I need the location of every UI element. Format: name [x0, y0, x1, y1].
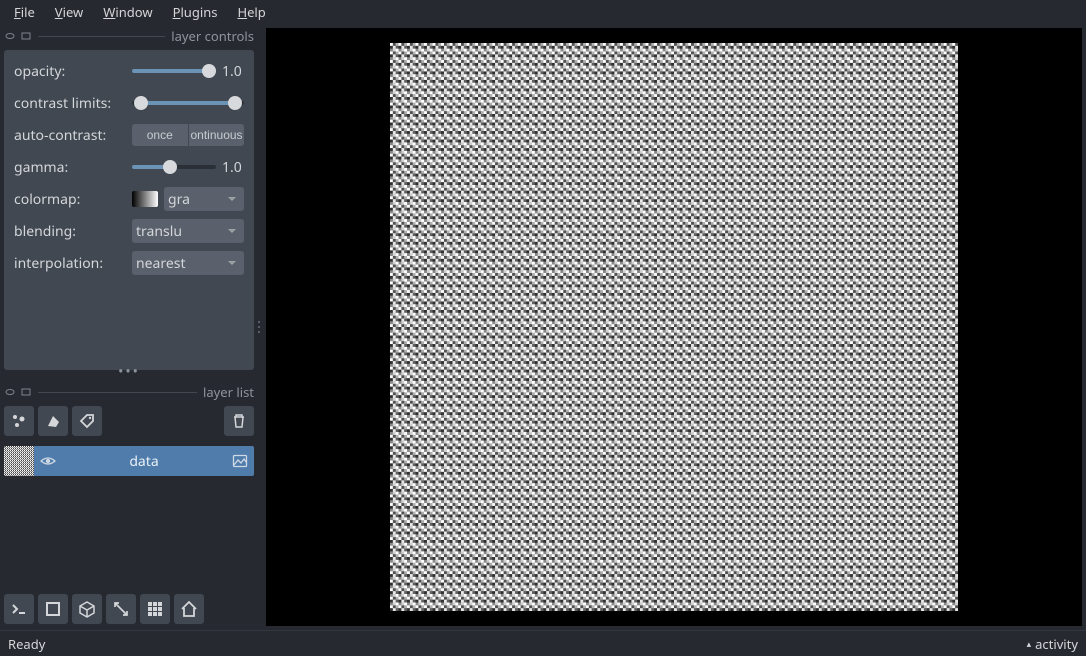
- chevron-down-icon: [226, 257, 240, 269]
- layer-list-toolbar: [4, 406, 254, 436]
- opacity-slider[interactable]: [132, 63, 216, 79]
- opacity-row: opacity: 1.0: [14, 60, 244, 82]
- interpolation-dropdown[interactable]: nearest: [132, 251, 244, 275]
- grid-mode-button[interactable]: [140, 594, 170, 624]
- gamma-slider[interactable]: [132, 159, 216, 175]
- image-layer-icon: [232, 453, 248, 469]
- panel-header-icons: [4, 31, 32, 41]
- blending-dropdown[interactable]: translu: [132, 219, 244, 243]
- menu-view[interactable]: View: [45, 0, 93, 24]
- activity-button[interactable]: ▴ activity: [1027, 635, 1078, 653]
- auto-contrast-continuous-button[interactable]: ontinuous: [189, 124, 245, 146]
- main-area: layer controls opacity: 1.0 contrast lim…: [0, 24, 1086, 630]
- float-panel-icon[interactable]: [4, 31, 16, 41]
- close-panel-icon[interactable]: [20, 31, 32, 41]
- chevron-down-icon: [226, 193, 240, 205]
- viewer-toolbar: [4, 592, 254, 626]
- ndisplay-2d-button[interactable]: [38, 594, 68, 624]
- visibility-eye-icon[interactable]: [40, 453, 56, 469]
- menu-plugins[interactable]: Plugins: [163, 0, 228, 24]
- gamma-label: gamma:: [14, 158, 126, 177]
- statusbar: Ready ▴ activity: [0, 630, 1086, 656]
- gamma-row: gamma: 1.0: [14, 156, 244, 178]
- auto-contrast-label: auto-contrast:: [14, 126, 126, 145]
- new-shapes-layer-button[interactable]: [38, 406, 68, 436]
- auto-contrast-toggle: once ontinuous: [132, 124, 244, 146]
- console-button[interactable]: [4, 594, 34, 624]
- layer-controls-title: layer controls: [171, 27, 254, 45]
- contrast-limits-slider[interactable]: [132, 95, 244, 111]
- colormap-row: colormap: gra: [14, 188, 244, 210]
- layer-name: data: [62, 452, 226, 471]
- contrast-limits-label: contrast limits:: [14, 94, 126, 113]
- float-panel-icon[interactable]: [4, 387, 16, 397]
- close-panel-icon[interactable]: [20, 387, 32, 397]
- opacity-label: opacity:: [14, 62, 126, 81]
- layer-body: data: [34, 446, 254, 476]
- transpose-dims-button[interactable]: [106, 594, 136, 624]
- layer-thumbnail: [4, 446, 34, 476]
- layer-item[interactable]: data: [4, 446, 254, 476]
- layer-list-header: layer list: [4, 382, 254, 402]
- chevron-down-icon: [226, 225, 240, 237]
- layer-controls-panel: opacity: 1.0 contrast limits:: [4, 50, 254, 370]
- new-labels-layer-button[interactable]: [72, 406, 102, 436]
- interpolation-value: nearest: [136, 254, 222, 273]
- interpolation-row: interpolation: nearest: [14, 252, 244, 274]
- reset-view-home-button[interactable]: [174, 594, 204, 624]
- colormap-value: gra: [168, 190, 222, 209]
- viewer-canvas[interactable]: [266, 28, 1082, 626]
- new-points-layer-button[interactable]: [4, 406, 34, 436]
- blending-row: blending: translu: [14, 220, 244, 242]
- interpolation-label: interpolation:: [14, 254, 126, 273]
- image-content: [390, 43, 958, 611]
- sidebar-resizer[interactable]: [254, 307, 264, 347]
- delete-layer-button[interactable]: [224, 406, 254, 436]
- roll-dims-button[interactable]: [72, 594, 102, 624]
- activity-label: activity: [1035, 635, 1078, 653]
- menubar: File View Window Plugins Help: [0, 0, 1086, 24]
- layer-controls-header: layer controls: [4, 26, 254, 46]
- menu-help[interactable]: Help: [227, 0, 275, 24]
- colormap-label: colormap:: [14, 190, 126, 209]
- colormap-dropdown[interactable]: gra: [164, 187, 244, 211]
- blending-label: blending:: [14, 222, 126, 241]
- opacity-value: 1.0: [222, 62, 244, 81]
- auto-contrast-row: auto-contrast: once ontinuous: [14, 124, 244, 146]
- menu-file[interactable]: File: [4, 0, 45, 24]
- blending-value: translu: [136, 222, 222, 241]
- auto-contrast-once-button[interactable]: once: [132, 124, 189, 146]
- contrast-limits-row: contrast limits:: [14, 92, 244, 114]
- colormap-swatch: [132, 191, 158, 207]
- layer-list-title: layer list: [203, 383, 254, 401]
- panel-separator: •••: [4, 370, 254, 378]
- chevron-up-icon: ▴: [1027, 637, 1032, 650]
- panel-header-icons: [4, 387, 32, 397]
- status-text: Ready: [8, 635, 45, 653]
- gamma-value: 1.0: [222, 158, 244, 177]
- sidebar: layer controls opacity: 1.0 contrast lim…: [0, 24, 258, 630]
- menu-window[interactable]: Window: [93, 0, 162, 24]
